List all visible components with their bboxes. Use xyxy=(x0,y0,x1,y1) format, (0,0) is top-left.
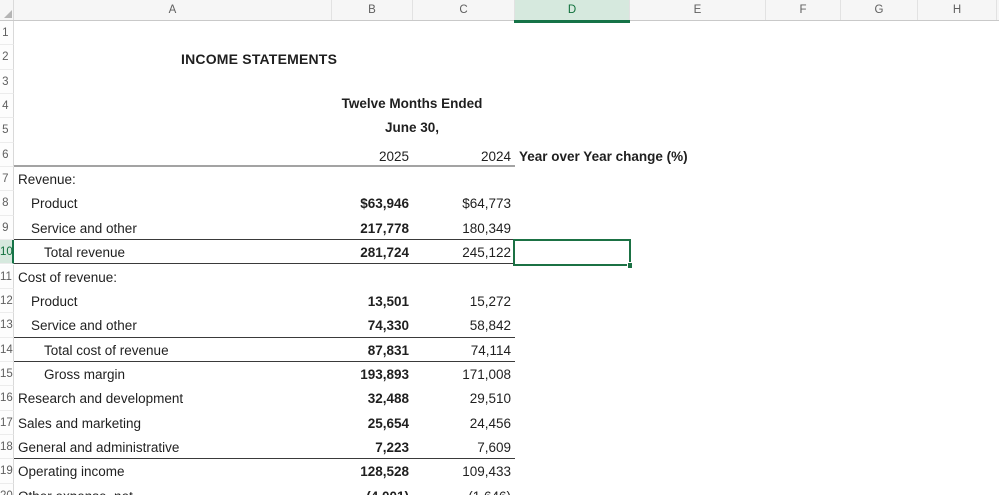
column-header-row: ABCDEFGH xyxy=(0,0,999,21)
cell-B19[interactable]: 128,528 xyxy=(332,459,409,485)
cell-period-line1[interactable]: Twelve Months Ended xyxy=(332,96,492,111)
sheet-row-11: Cost of revenue: xyxy=(0,265,999,289)
sheet-row-13: Service and other 74,33058,842 xyxy=(0,313,999,337)
column-header-G[interactable]: G xyxy=(841,0,918,20)
cell-A8[interactable]: Product xyxy=(31,191,78,217)
column-header-A[interactable]: A xyxy=(14,0,332,20)
cell-A9[interactable]: Service and other xyxy=(31,216,137,242)
cell-B20[interactable]: (4,001) xyxy=(332,484,409,495)
cell-B13[interactable]: 74,330 xyxy=(332,313,409,339)
cell-period-line2[interactable]: June 30, xyxy=(332,120,492,135)
cell-B12[interactable]: 13,501 xyxy=(332,289,409,315)
selected-cell-D10[interactable] xyxy=(513,239,631,267)
cell-B10[interactable]: 281,724 xyxy=(332,240,409,266)
row-header-1[interactable]: 1 xyxy=(0,21,14,45)
cell-C20[interactable]: (1,646) xyxy=(413,484,511,495)
sheet-row-18: General and administrative 7,2237,609 xyxy=(0,435,999,459)
row-header-4[interactable]: 4 xyxy=(0,94,14,118)
cell-A13[interactable]: Service and other xyxy=(31,313,137,339)
cell-A11[interactable]: Cost of revenue: xyxy=(18,265,117,291)
column-header-E[interactable]: E xyxy=(630,0,766,20)
sheet-row-20: Other expense, net (4,001) (1,646) xyxy=(0,484,999,495)
cell-C10[interactable]: 245,122 xyxy=(413,240,511,266)
sheet-row-16: Research and development 32,48829,510 xyxy=(0,386,999,410)
cell-C9[interactable]: 180,349 xyxy=(413,216,511,242)
cell-C13[interactable]: 58,842 xyxy=(413,313,511,339)
sheet-row-6: 2025 2024 Year over Year change (%) xyxy=(0,143,999,167)
column-header-C[interactable]: C xyxy=(413,0,515,20)
column-header-H[interactable]: H xyxy=(918,0,997,20)
cell-A17[interactable]: Sales and marketing xyxy=(18,411,141,437)
cell-B17[interactable]: 25,654 xyxy=(332,411,409,437)
cell-C18[interactable]: 7,609 xyxy=(413,435,511,461)
cell-A12[interactable]: Product xyxy=(31,289,78,315)
sheet-row-15: Gross margin 193,893171,008 xyxy=(0,362,999,386)
cell-B16[interactable]: 32,488 xyxy=(332,386,409,412)
cell-A14[interactable]: Total cost of revenue xyxy=(44,338,169,364)
cell-B18[interactable]: 7,223 xyxy=(332,435,409,461)
row-header-3[interactable]: 3 xyxy=(0,70,14,94)
cell-C12[interactable]: 15,272 xyxy=(413,289,511,315)
cell-A20[interactable]: Other expense, net xyxy=(18,484,133,495)
row-header-5[interactable]: 5 xyxy=(0,118,14,142)
column-header-D[interactable]: D xyxy=(515,0,630,20)
cell-C17[interactable]: 24,456 xyxy=(413,411,511,437)
cell-C16[interactable]: 29,510 xyxy=(413,386,511,412)
sheet-row-8: Product $63,946$64,773 xyxy=(0,191,999,215)
cell-A10[interactable]: Total revenue xyxy=(44,240,125,266)
spreadsheet: ABCDEFGH 1234567891011121314151617181920… xyxy=(0,0,999,495)
cell-A15[interactable]: Gross margin xyxy=(44,362,125,388)
cell-A18[interactable]: General and administrative xyxy=(18,435,179,461)
cell-C8[interactable]: $64,773 xyxy=(413,191,511,217)
cell-title[interactable]: INCOME STATEMENTS xyxy=(181,51,337,67)
column-header-B[interactable]: B xyxy=(332,0,413,20)
row-header-2[interactable]: 2 xyxy=(0,45,14,69)
cell-B14[interactable]: 87,831 xyxy=(332,338,409,364)
cell-C19[interactable]: 109,433 xyxy=(413,459,511,485)
cell-C14[interactable]: 74,114 xyxy=(413,338,511,364)
cell-A19[interactable]: Operating income xyxy=(18,459,125,485)
cell-B15[interactable]: 193,893 xyxy=(332,362,409,388)
sheet-row-10: Total revenue 281,724245,122 xyxy=(0,240,999,264)
select-all-triangle-icon xyxy=(4,10,12,18)
cell-C15[interactable]: 171,008 xyxy=(413,362,511,388)
select-all-button[interactable] xyxy=(0,0,14,20)
fill-handle[interactable] xyxy=(627,262,634,269)
sheet-row-14: Total cost of revenue 87,83174,114 xyxy=(0,338,999,362)
sheet-row-17: Sales and marketing 25,65424,456 xyxy=(0,411,999,435)
sheet-row-12: Product 13,50115,272 xyxy=(0,289,999,313)
cell-A16[interactable]: Research and development xyxy=(18,386,183,412)
cell-A7[interactable]: Revenue: xyxy=(18,167,76,193)
sheet-row-7: Revenue: xyxy=(0,167,999,191)
column-header-F[interactable]: F xyxy=(766,0,841,20)
cell-B8[interactable]: $63,946 xyxy=(332,191,409,217)
sheet-row-19: Operating income 128,528109,433 xyxy=(0,459,999,483)
cell-D6-yoy-header[interactable]: Year over Year change (%) xyxy=(519,145,688,169)
sheet-row-9: Service and other 217,778180,349 xyxy=(0,216,999,240)
cell-B9[interactable]: 217,778 xyxy=(332,216,409,242)
